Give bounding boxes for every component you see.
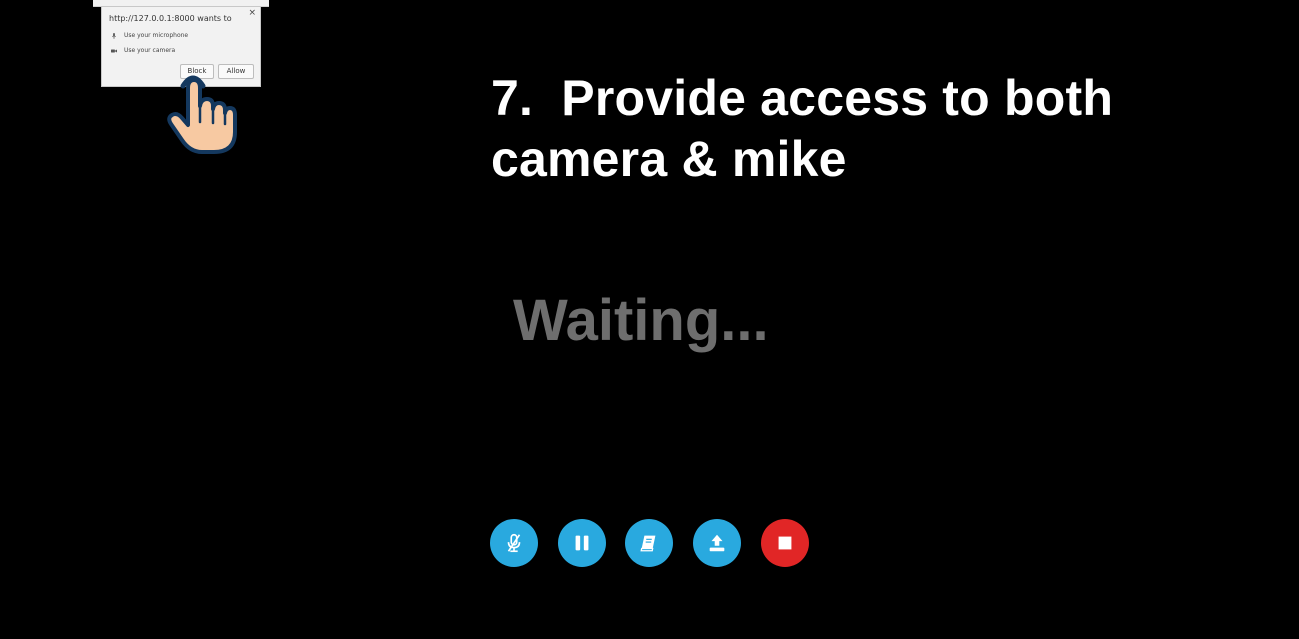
instruction-heading: 7. Provide access to both camera & mike [491, 68, 1211, 190]
microphone-slash-icon [507, 533, 521, 553]
mute-microphone-button[interactable] [490, 519, 538, 567]
tutorial-slide: × http://127.0.0.1:8000 wants to Use you… [0, 0, 1299, 639]
pause-button[interactable] [558, 519, 606, 567]
hand-pointer-icon [167, 75, 237, 154]
instruction-heading-line-1: 7. Provide access to both [491, 70, 1114, 126]
permission-label-camera: Use your camera [124, 47, 176, 54]
upload-icon [709, 534, 725, 552]
permission-row-camera: Use your camera [111, 47, 175, 54]
notes-button[interactable] [625, 519, 673, 567]
camera-icon [111, 49, 117, 52]
pause-icon [575, 535, 589, 551]
close-icon[interactable]: × [248, 8, 256, 18]
stop-button[interactable] [761, 519, 809, 567]
waiting-status: Waiting... [513, 288, 769, 353]
microphone-icon [111, 32, 117, 39]
upload-button[interactable] [693, 519, 741, 567]
permission-label-microphone: Use your microphone [124, 32, 189, 39]
stop-icon [778, 536, 792, 550]
instruction-heading-line-2: camera & mike [491, 131, 847, 187]
permission-row-microphone: Use your microphone [111, 32, 188, 39]
popup-title: http://127.0.0.1:8000 wants to [109, 14, 232, 23]
book-icon [640, 535, 656, 552]
